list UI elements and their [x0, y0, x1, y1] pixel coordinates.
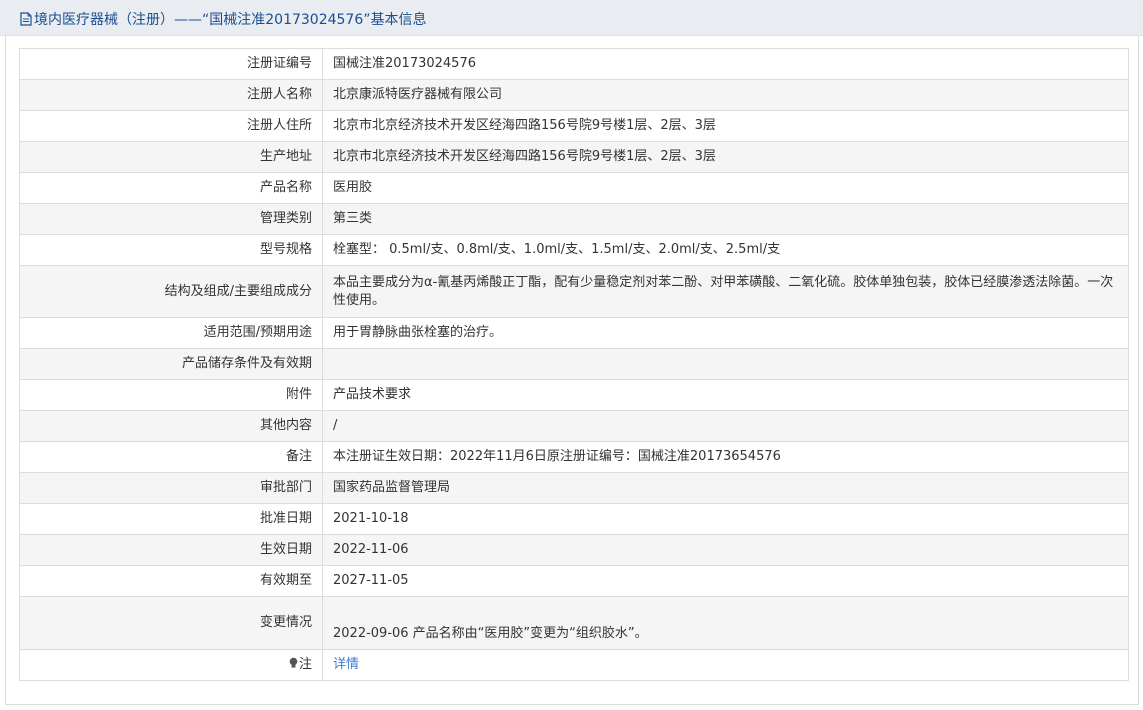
row-value: 2021-10-18	[322, 503, 1129, 535]
note-label-cell: 注	[19, 649, 323, 681]
row-value: 国家药品监督管理局	[322, 472, 1129, 504]
table-row-note: 注 详情	[19, 649, 1129, 681]
table-row: 注册证编号 国械注准20173024576	[19, 48, 1129, 80]
row-label: 型号规格	[19, 234, 323, 266]
table-row: 注册人住所 北京市北京经济技术开发区经海四路156号院9号楼1层、2层、3层	[19, 110, 1129, 142]
row-label: 变更情况	[19, 596, 323, 650]
row-label: 产品储存条件及有效期	[19, 348, 323, 380]
table-row: 型号规格 栓塞型： 0.5ml/支、0.8ml/支、1.0ml/支、1.5ml/…	[19, 234, 1129, 266]
row-label: 管理类别	[19, 203, 323, 235]
table-row: 变更情况 2022-09-06 产品名称由“医用胶”变更为“组织胶水”。	[19, 596, 1129, 650]
row-label: 生效日期	[19, 534, 323, 566]
lightbulb-icon	[289, 657, 298, 675]
row-label: 适用范围/预期用途	[19, 317, 323, 349]
info-table: 注册证编号 国械注准20173024576 注册人名称 北京康派特医疗器械有限公…	[19, 48, 1129, 681]
row-label: 注册人住所	[19, 110, 323, 142]
table-row: 审批部门 国家药品监督管理局	[19, 472, 1129, 504]
row-value: 北京康派特医疗器械有限公司	[322, 79, 1129, 111]
row-value: /	[322, 410, 1129, 442]
row-value: 栓塞型： 0.5ml/支、0.8ml/支、1.0ml/支、1.5ml/支、2.0…	[322, 234, 1129, 266]
details-link[interactable]: 详情	[333, 657, 359, 672]
row-value: 2022-09-06 产品名称由“医用胶”变更为“组织胶水”。	[322, 596, 1129, 650]
row-label: 注册证编号	[19, 48, 323, 80]
table-row: 产品名称 医用胶	[19, 172, 1129, 204]
row-label: 有效期至	[19, 565, 323, 597]
table-row: 有效期至 2027-11-05	[19, 565, 1129, 597]
row-label: 注册人名称	[19, 79, 323, 111]
table-row: 产品储存条件及有效期	[19, 348, 1129, 380]
row-value: 北京市北京经济技术开发区经海四路156号院9号楼1层、2层、3层	[322, 110, 1129, 142]
table-row: 备注 本注册证生效日期：2022年11月6日原注册证编号：国械注准2017365…	[19, 441, 1129, 473]
row-value: 北京市北京经济技术开发区经海四路156号院9号楼1层、2层、3层	[322, 141, 1129, 173]
note-label: 注	[298, 656, 312, 672]
table-row: 管理类别 第三类	[19, 203, 1129, 235]
row-value: 2022-11-06	[322, 534, 1129, 566]
table-row: 结构及组成/主要组成成分 本品主要成分为α-氰基丙烯酸正丁酯，配有少量稳定剂对苯…	[19, 265, 1129, 318]
row-label: 其他内容	[19, 410, 323, 442]
page-title-text: 境内医疗器械（注册）——“国械注准20173024576”基本信息	[34, 12, 427, 28]
row-value: 产品技术要求	[322, 379, 1129, 411]
row-label: 附件	[19, 379, 323, 411]
row-value	[322, 348, 1129, 380]
note-value-cell: 详情	[322, 649, 1129, 681]
title-bar: 境内医疗器械（注册）——“国械注准20173024576”基本信息	[0, 0, 1143, 36]
row-value: 用于胃静脉曲张栓塞的治疗。	[322, 317, 1129, 349]
table-row: 批准日期 2021-10-18	[19, 503, 1129, 535]
row-label: 批准日期	[19, 503, 323, 535]
document-icon	[20, 12, 32, 30]
row-value: 医用胶	[322, 172, 1129, 204]
row-label: 结构及组成/主要组成成分	[19, 265, 323, 318]
row-value: 本品主要成分为α-氰基丙烯酸正丁酯，配有少量稳定剂对苯二酚、对甲苯磺酸、二氧化硫…	[322, 265, 1129, 318]
row-label: 审批部门	[19, 472, 323, 504]
row-value: 第三类	[322, 203, 1129, 235]
table-row: 适用范围/预期用途 用于胃静脉曲张栓塞的治疗。	[19, 317, 1129, 349]
page-title: 境内医疗器械（注册）——“国械注准20173024576”基本信息	[20, 9, 426, 30]
row-label: 产品名称	[19, 172, 323, 204]
table-row: 其他内容 /	[19, 410, 1129, 442]
row-value: 国械注准20173024576	[322, 48, 1129, 80]
table-row: 附件 产品技术要求	[19, 379, 1129, 411]
table-row: 生产地址 北京市北京经济技术开发区经海四路156号院9号楼1层、2层、3层	[19, 141, 1129, 173]
row-value: 2027-11-05	[322, 565, 1129, 597]
row-label: 生产地址	[19, 141, 323, 173]
row-label: 备注	[19, 441, 323, 473]
table-row: 注册人名称 北京康派特医疗器械有限公司	[19, 79, 1129, 111]
row-value: 本注册证生效日期：2022年11月6日原注册证编号：国械注准2017365457…	[322, 441, 1129, 473]
table-row: 生效日期 2022-11-06	[19, 534, 1129, 566]
